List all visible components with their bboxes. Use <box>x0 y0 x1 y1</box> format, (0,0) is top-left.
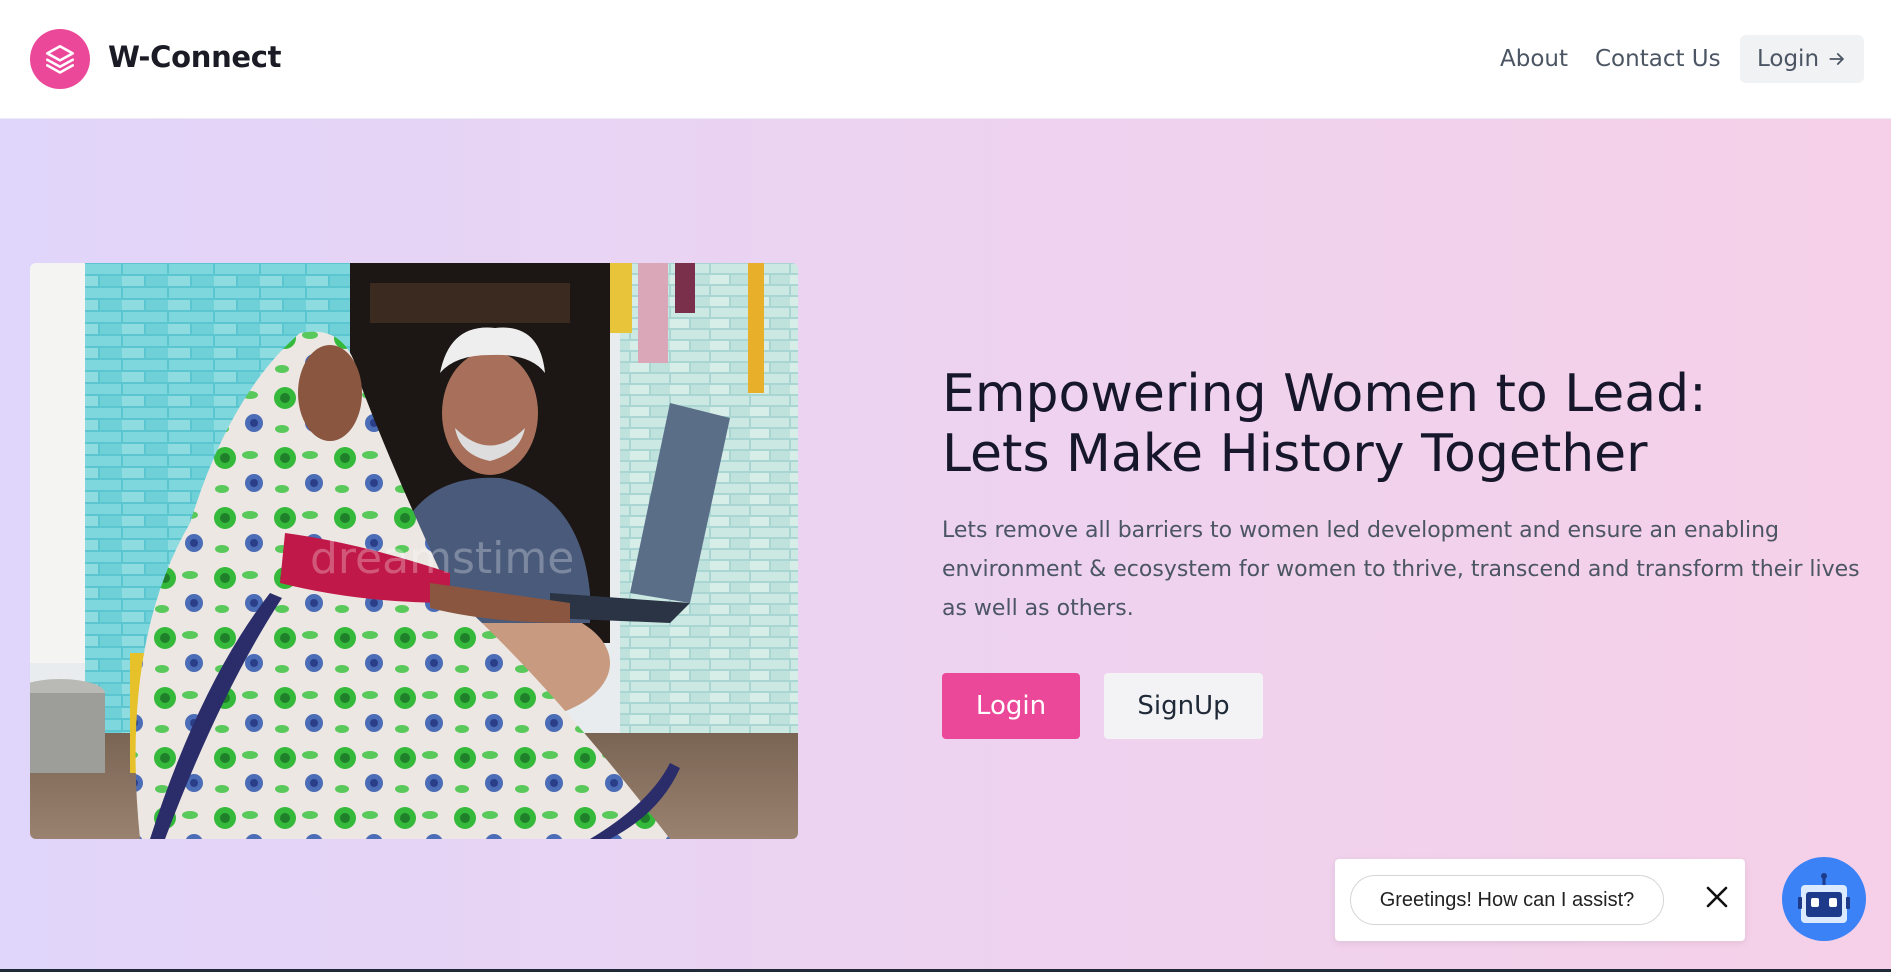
layers-icon[interactable] <box>30 29 90 89</box>
hero-image: dreamstime <box>30 263 798 839</box>
top-navbar: W-Connect About Contact Us Login <box>0 0 1891 119</box>
chat-greeting[interactable]: Greetings! How can I assist? <box>1350 875 1664 925</box>
close-icon[interactable] <box>1697 877 1737 917</box>
hero-title-line1: Empowering Women to Lead: <box>942 364 1707 424</box>
hero-description: Lets remove all barriers to women led de… <box>942 518 1860 621</box>
robot-icon[interactable] <box>1782 857 1866 941</box>
hero-title: Empowering Women to Lead: Lets Make Hist… <box>942 364 1862 484</box>
brand-name[interactable]: W-Connect <box>108 40 282 74</box>
hero-login-button[interactable]: Login <box>942 673 1080 739</box>
arrow-right-icon <box>1829 53 1844 65</box>
hero-title-line2: Lets Make History Together <box>942 424 1648 484</box>
nav-login-label: Login <box>1756 46 1820 72</box>
nav-contact-link[interactable]: Contact Us <box>1595 46 1721 72</box>
watermark-text: dreamstime <box>310 533 574 584</box>
chat-popup: Greetings! How can I assist? <box>1335 859 1745 941</box>
nav-about-link[interactable]: About <box>1500 46 1568 72</box>
nav-login-button[interactable]: Login <box>1740 35 1864 83</box>
hero-signup-button[interactable]: SignUp <box>1104 673 1263 739</box>
